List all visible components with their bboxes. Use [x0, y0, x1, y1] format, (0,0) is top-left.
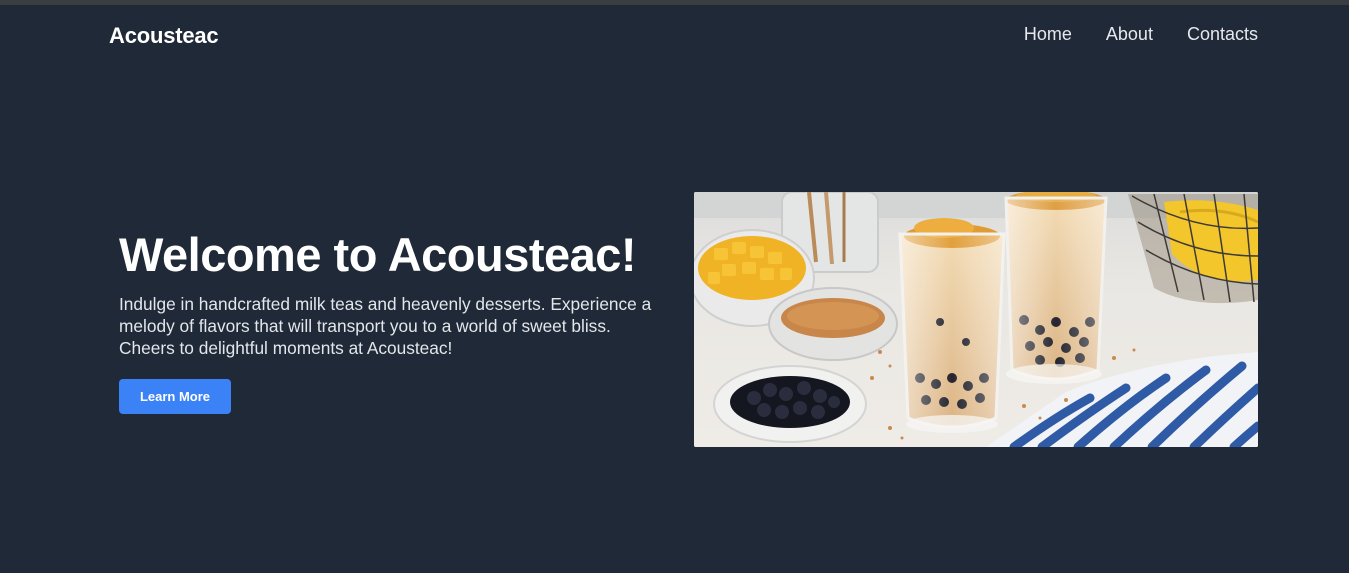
- nav-link-home[interactable]: Home: [1024, 24, 1072, 45]
- nav-link-about[interactable]: About: [1106, 24, 1153, 45]
- nav-links: Home About Contacts: [1024, 24, 1258, 45]
- learn-more-button[interactable]: Learn More: [119, 379, 231, 414]
- brand-logo[interactable]: Acousteac: [109, 23, 219, 49]
- hero-title: Welcome to Acousteac!: [119, 228, 637, 281]
- bubble-tea-illustration: [694, 192, 1258, 447]
- navbar: Acousteac Home About Contacts: [0, 5, 1349, 65]
- nav-link-contacts[interactable]: Contacts: [1187, 24, 1258, 45]
- hero-image: [694, 192, 1258, 447]
- hero-description: Indulge in handcrafted milk teas and hea…: [119, 294, 652, 358]
